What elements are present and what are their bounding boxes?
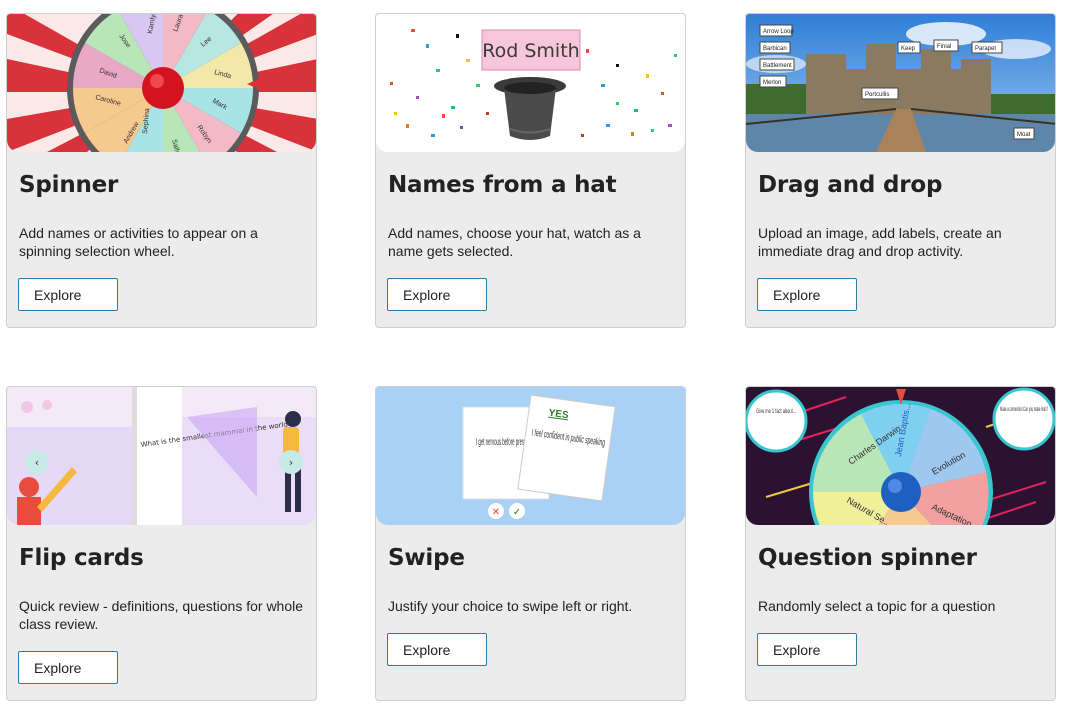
flip-cards-thumbnail: What is the smallest mammal in the world…	[7, 387, 316, 525]
swipe-image: I get nervous before presenting YES I fe…	[376, 387, 685, 525]
card-title: Drag and drop	[758, 172, 943, 198]
swipe-thumbnail: I get nervous before presenting YES I fe…	[376, 387, 685, 525]
svg-text:✕: ✕	[492, 507, 500, 518]
card-title: Spinner	[19, 172, 119, 198]
question-spinner-card: Jean Baptis... Evolution Adaptation Natu…	[745, 386, 1056, 701]
castle-image: Arrow Loop Barbican Battlement Merlon Ke…	[746, 14, 1055, 152]
explore-swipe-button[interactable]: Explore	[387, 633, 487, 666]
drag-label: Keep	[901, 46, 916, 52]
explore-spinner-button[interactable]: Explore	[18, 278, 118, 311]
question-spinner-image: Jean Baptis... Evolution Adaptation Natu…	[746, 387, 1055, 525]
names-from-hat-card: Rod Smith Names from a hat Add names, ch…	[375, 13, 686, 328]
drag-label: Portcullis	[865, 92, 889, 98]
flip-cards-image: What is the smallest mammal in the world…	[7, 387, 316, 525]
card-title: Names from a hat	[388, 172, 617, 198]
spinner-wheel-image: Kamlyn Laura Lee Linda Mark Robyn Sally …	[7, 14, 316, 152]
drag-label: Barbican	[763, 46, 787, 52]
explore-drag-and-drop-button[interactable]: Explore	[757, 278, 857, 311]
swipe-card: I get nervous before presenting YES I fe…	[375, 386, 686, 701]
spinner-thumbnail: Kamlyn Laura Lee Linda Mark Robyn Sally …	[7, 14, 316, 152]
svg-text:✓: ✓	[513, 507, 521, 518]
spinner-card: Kamlyn Laura Lee Linda Mark Robyn Sally …	[6, 13, 317, 328]
drag-label: Battlement	[763, 63, 792, 69]
flip-cards-card: What is the smallest mammal in the world…	[6, 386, 317, 701]
explore-names-from-hat-button[interactable]: Explore	[387, 278, 487, 311]
card-title: Swipe	[388, 545, 465, 571]
drag-label: Arrow Loop	[763, 29, 794, 35]
card-title: Flip cards	[19, 545, 144, 571]
drag-label: Parapet	[975, 46, 996, 52]
explore-question-spinner-button[interactable]: Explore	[757, 633, 857, 666]
right-question-bubble: Make a connection Can you make links?	[1000, 407, 1048, 413]
drag-drop-thumbnail: Arrow Loop Barbican Battlement Merlon Ke…	[746, 14, 1055, 152]
selected-name: Rod Smith	[482, 40, 579, 62]
drag-label: Merlon	[763, 80, 781, 86]
hat-thumbnail: Rod Smith	[376, 14, 685, 152]
card-title: Question spinner	[758, 545, 977, 571]
hat-image: Rod Smith	[376, 14, 685, 152]
drag-label: Moat	[1017, 132, 1031, 138]
card-description: Add names or activities to appear on a s…	[19, 225, 258, 259]
drag-label: Finial	[937, 44, 951, 50]
card-description: Randomly select a topic for a question	[758, 598, 996, 614]
svg-text:›: ›	[289, 456, 293, 469]
card-description: Add names, choose your hat, watch as a n…	[388, 225, 641, 259]
question-spinner-thumbnail: Jean Baptis... Evolution Adaptation Natu…	[746, 387, 1055, 525]
card-description: Quick review - definitions, questions fo…	[19, 598, 304, 632]
svg-text:‹: ‹	[35, 456, 39, 469]
left-question-bubble: Give me 1 fact about...	[756, 409, 796, 415]
card-description: Justify your choice to swipe left or rig…	[388, 598, 633, 614]
drag-and-drop-card: Arrow Loop Barbican Battlement Merlon Ke…	[745, 13, 1056, 328]
explore-flip-cards-button[interactable]: Explore	[18, 651, 118, 684]
card-description: Upload an image, add labels, create an i…	[758, 225, 1002, 259]
